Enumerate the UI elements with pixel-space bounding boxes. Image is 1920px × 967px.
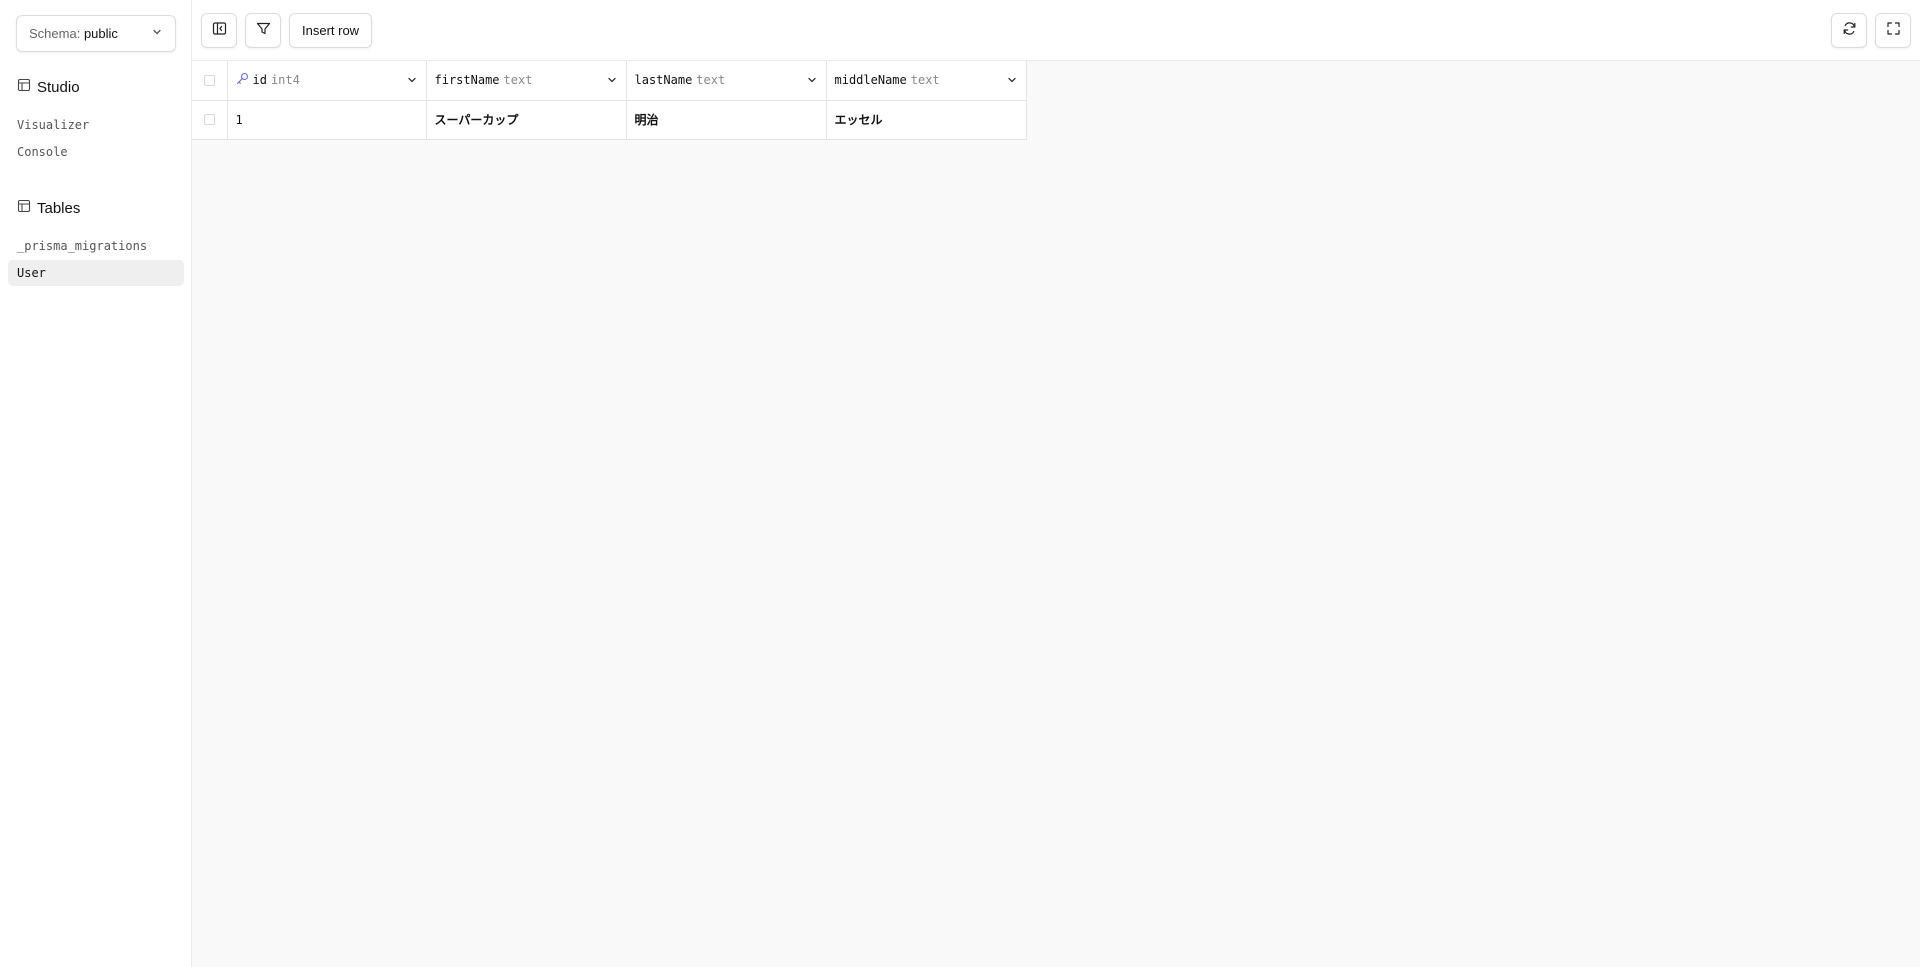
toolbar-right — [1831, 12, 1911, 48]
nav-item-visualizer[interactable]: Visualizer — [8, 112, 184, 138]
column-type: int4 — [270, 73, 300, 88]
refresh-icon — [1842, 21, 1857, 39]
chevron-down-icon — [151, 26, 163, 41]
column-header-id[interactable]: id int4 — [227, 61, 427, 101]
main-panel: Insert row id int4 firstName text lastNa… — [192, 0, 1920, 967]
cell-id[interactable]: 1 — [227, 100, 427, 140]
app-window: Schema: public Studio Visualizer Console… — [0, 0, 1920, 967]
data-grid: id int4 firstName text lastName text mid… — [192, 61, 1027, 140]
column-name: firstName — [434, 73, 500, 88]
toolbar: Insert row — [192, 0, 1920, 61]
table-icon — [17, 78, 31, 96]
nav-item-console[interactable]: Console — [8, 139, 184, 165]
studio-title: Studio — [37, 78, 80, 96]
insert-row-button[interactable]: Insert row — [289, 12, 373, 48]
column-name: lastName — [634, 73, 693, 88]
column-header-firstname[interactable]: firstName text — [426, 61, 627, 101]
toolbar-left: Insert row — [201, 12, 373, 48]
schema-value: public — [83, 26, 118, 41]
row-select-cell — [192, 100, 228, 140]
tables-title: Tables — [37, 199, 81, 217]
table-icon — [17, 199, 31, 217]
chevron-down-icon[interactable] — [806, 74, 818, 86]
table-item-user[interactable]: User — [8, 260, 184, 286]
schema-select[interactable]: Schema: public — [16, 15, 176, 52]
sidebar-toggle-icon — [212, 21, 227, 39]
column-type: text — [910, 73, 940, 88]
column-header-middlename[interactable]: middleName text — [826, 61, 1027, 101]
fullscreen-button[interactable] — [1875, 12, 1911, 48]
column-type: text — [696, 73, 726, 88]
row-checkbox[interactable] — [203, 114, 215, 125]
select-all-cell — [192, 61, 228, 101]
table-item-prisma-migrations[interactable]: _prisma_migrations — [8, 233, 184, 259]
schema-label: Schema: — [29, 26, 81, 41]
column-header-lastname[interactable]: lastName text — [626, 61, 827, 101]
cell-firstname[interactable]: スーパーカップ — [426, 100, 627, 140]
column-name: id — [252, 73, 267, 88]
cell-middlename[interactable]: エッセル — [826, 100, 1027, 140]
select-all-checkbox[interactable] — [203, 74, 215, 86]
chevron-down-icon[interactable] — [606, 74, 618, 86]
schema-select-text: Schema: public — [29, 26, 118, 41]
tables-section-title: Tables — [17, 199, 183, 217]
table-canvas: id int4 firstName text lastName text mid… — [192, 61, 1920, 967]
filter-icon — [256, 21, 271, 39]
cell-lastname[interactable]: 明治 — [626, 100, 827, 140]
column-name: middleName — [834, 73, 907, 88]
refresh-button[interactable] — [1831, 12, 1867, 48]
key-icon — [236, 72, 249, 88]
sidebar: Schema: public Studio Visualizer Console… — [0, 0, 192, 967]
studio-section-title: Studio — [17, 78, 183, 96]
header-row: id int4 firstName text lastName text mid… — [192, 61, 1027, 101]
column-type: text — [503, 73, 533, 88]
chevron-down-icon[interactable] — [1006, 74, 1018, 86]
table-row: 1 スーパーカップ 明治 エッセル — [192, 100, 1027, 140]
toggle-sidebar-button[interactable] — [201, 12, 237, 48]
chevron-down-icon[interactable] — [406, 74, 418, 86]
fullscreen-icon — [1886, 21, 1901, 39]
filter-button[interactable] — [245, 12, 281, 48]
tables-nav: _prisma_migrations User — [8, 233, 184, 286]
studio-nav: Visualizer Console — [8, 112, 183, 165]
